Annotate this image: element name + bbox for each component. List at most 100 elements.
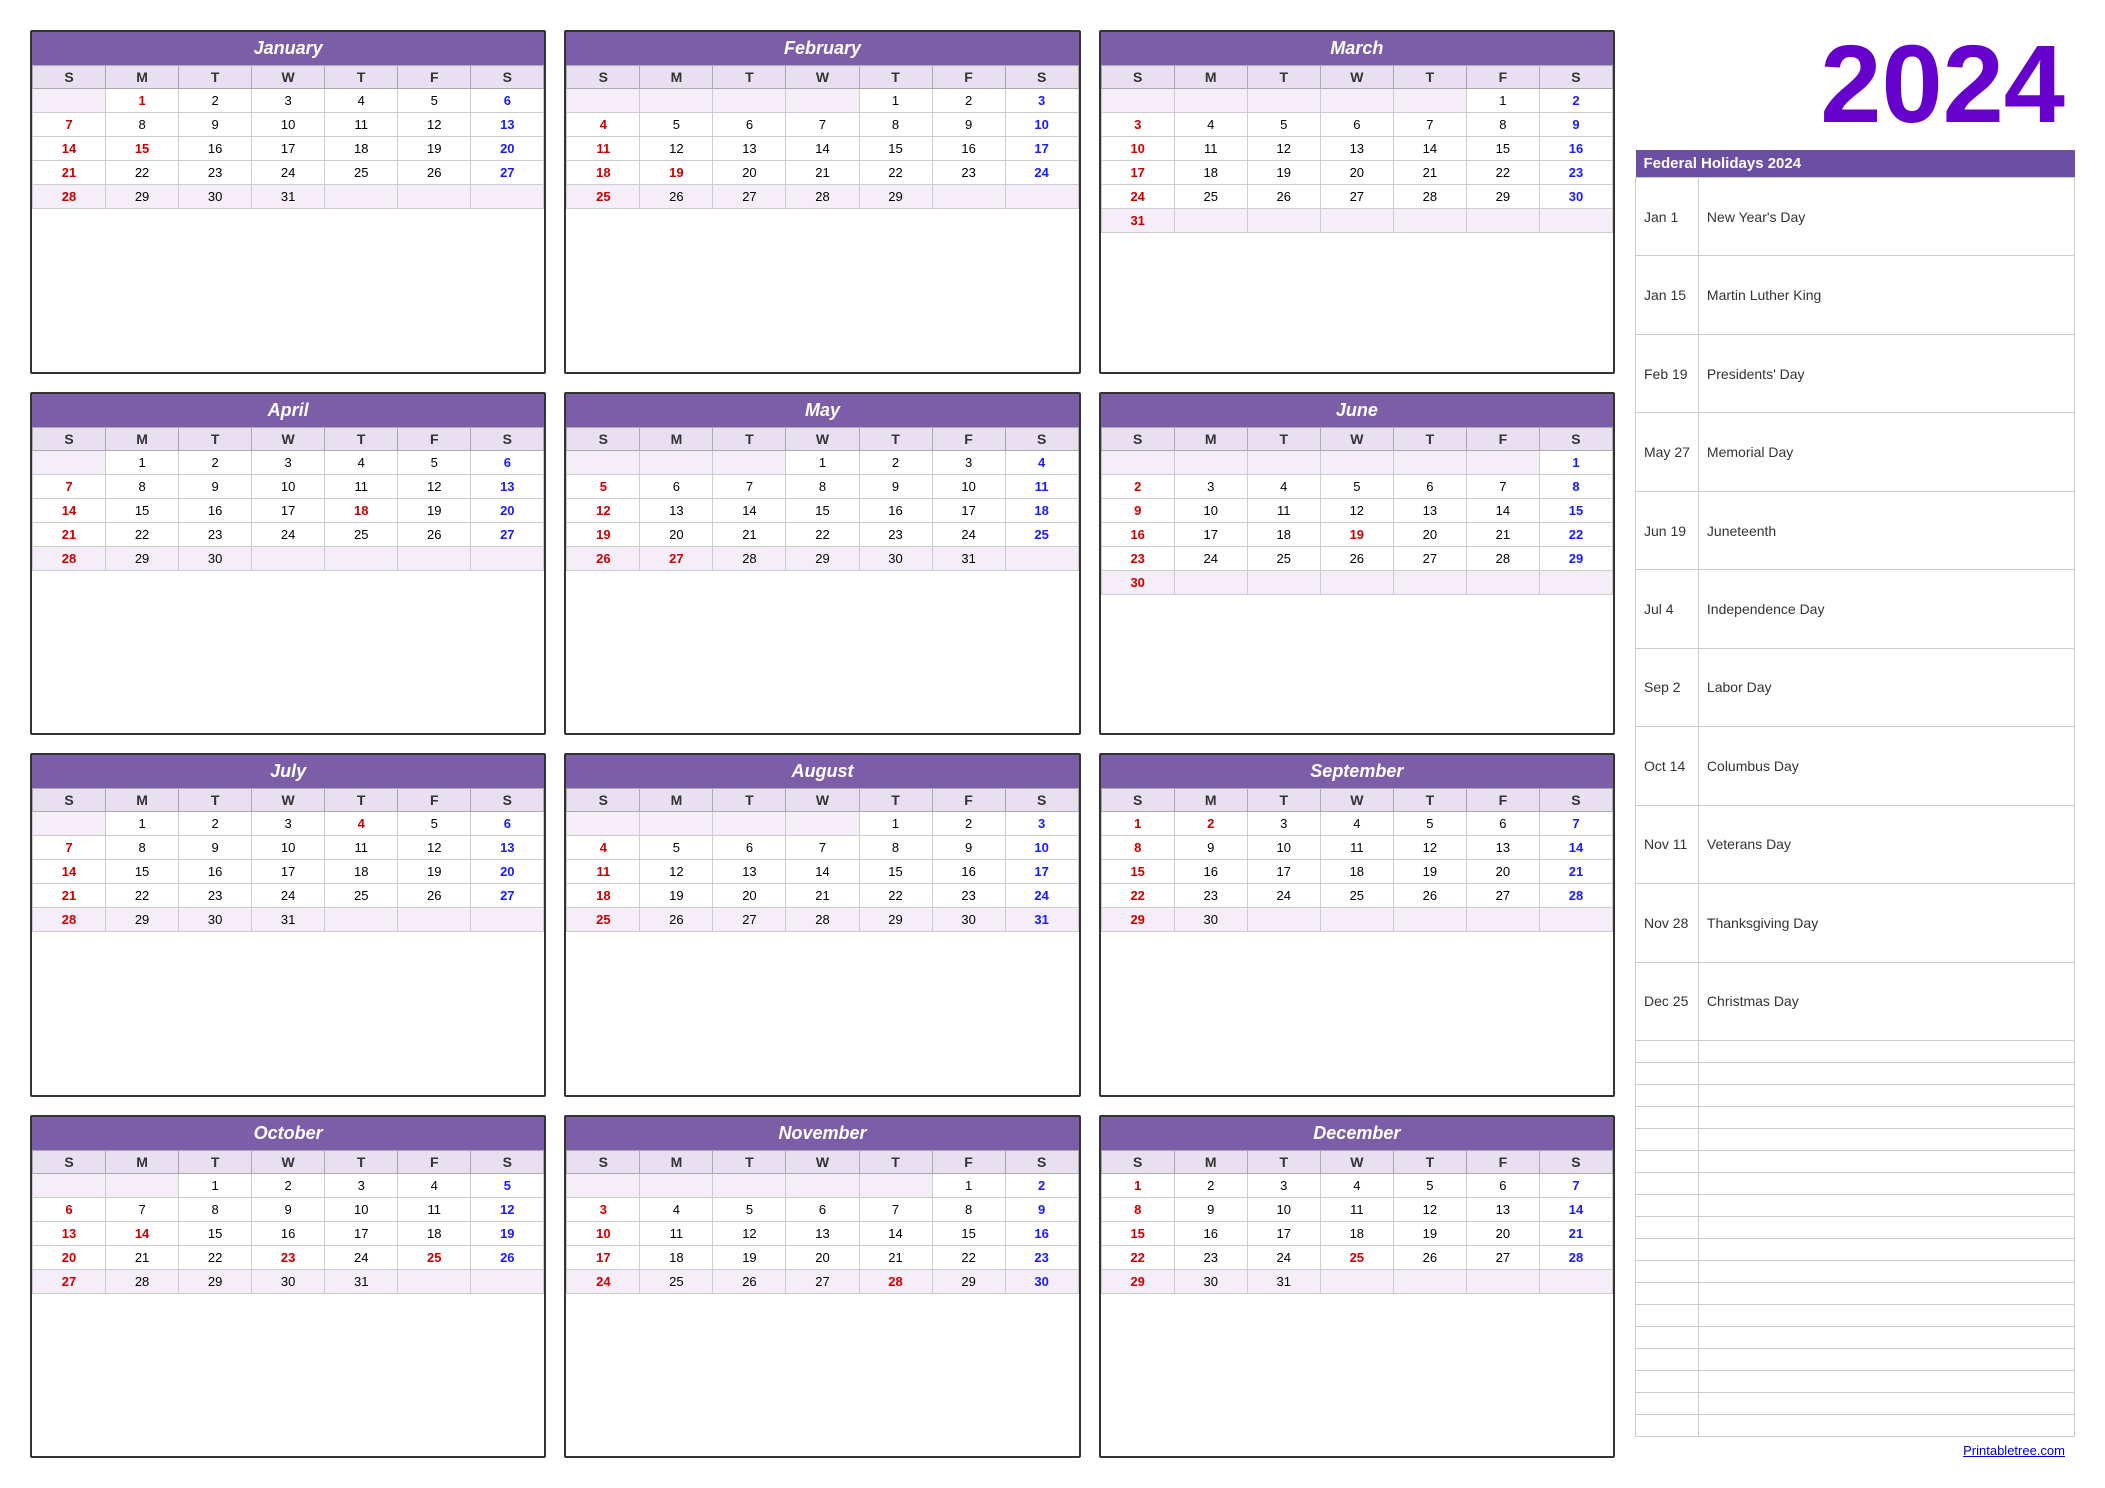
calendar-header-august: August xyxy=(566,755,1078,788)
calendar-day: 24 xyxy=(1247,1245,1320,1269)
calendar-day: 21 xyxy=(786,884,859,908)
calendar-day xyxy=(1320,1269,1393,1293)
calendar-table-july: SMTWTFS123456789101112131415161718192021… xyxy=(32,788,544,932)
calendar-day: 27 xyxy=(33,1269,106,1293)
calendar-day: 26 xyxy=(471,1245,544,1269)
calendar-day xyxy=(398,1269,471,1293)
calendar-day: 26 xyxy=(398,161,471,185)
calendar-day: 13 xyxy=(713,137,786,161)
calendar-day: 27 xyxy=(471,884,544,908)
calendar-day xyxy=(33,812,106,836)
calendar-day: 15 xyxy=(786,498,859,522)
calendar-day: 23 xyxy=(1005,1245,1078,1269)
calendar-day xyxy=(1393,908,1466,932)
calendar-day: 2 xyxy=(932,89,1005,113)
empty-row-cell xyxy=(1698,1151,2074,1173)
calendar-day: 11 xyxy=(1247,498,1320,522)
empty-row-cell xyxy=(1636,1305,1699,1327)
calendar-day: 19 xyxy=(398,860,471,884)
calendar-header-march: March xyxy=(1101,32,1613,65)
calendar-day: 27 xyxy=(713,185,786,209)
holiday-date: Jan 15 xyxy=(1636,256,1699,334)
calendar-day: 6 xyxy=(1320,113,1393,137)
calendar-day: 19 xyxy=(640,161,713,185)
calendar-day: 26 xyxy=(1247,185,1320,209)
calendar-day: 18 xyxy=(1174,161,1247,185)
calendar-day: 4 xyxy=(640,1197,713,1221)
calendar-day: 29 xyxy=(179,1269,252,1293)
empty-row-cell xyxy=(1698,1371,2074,1393)
calendar-day: 16 xyxy=(252,1221,325,1245)
calendar-day: 28 xyxy=(713,546,786,570)
day-header: T xyxy=(859,66,932,89)
calendar-day: 6 xyxy=(471,812,544,836)
calendar-day: 25 xyxy=(1005,522,1078,546)
printable-link[interactable]: Printabletree.com xyxy=(1635,1443,2075,1458)
calendar-day: 8 xyxy=(859,836,932,860)
empty-row-cell xyxy=(1698,1261,2074,1283)
calendar-day xyxy=(398,546,471,570)
empty-row-cell xyxy=(1636,1085,1699,1107)
calendar-april: AprilSMTWTFS1234567891011121314151617181… xyxy=(30,392,546,736)
empty-row-cell xyxy=(1698,1129,2074,1151)
calendar-day: 7 xyxy=(33,474,106,498)
calendar-day: 22 xyxy=(106,161,179,185)
day-header: S xyxy=(1101,66,1174,89)
day-header: W xyxy=(786,1150,859,1173)
calendar-day: 28 xyxy=(1539,884,1612,908)
calendar-day: 12 xyxy=(567,498,640,522)
day-header: T xyxy=(713,427,786,450)
calendar-day: 8 xyxy=(1466,113,1539,137)
calendar-day: 4 xyxy=(567,836,640,860)
calendar-day xyxy=(786,812,859,836)
calendar-day: 10 xyxy=(932,474,1005,498)
calendar-day: 27 xyxy=(471,161,544,185)
calendar-day: 20 xyxy=(471,860,544,884)
holiday-name: Christmas Day xyxy=(1698,962,2074,1040)
calendar-day xyxy=(398,185,471,209)
day-header: W xyxy=(252,789,325,812)
calendar-day xyxy=(1539,1269,1612,1293)
empty-row-cell xyxy=(1636,1173,1699,1195)
day-header: S xyxy=(567,789,640,812)
day-header: T xyxy=(859,427,932,450)
calendar-day: 8 xyxy=(859,113,932,137)
calendar-day: 16 xyxy=(859,498,932,522)
calendar-day: 24 xyxy=(932,522,1005,546)
calendar-day xyxy=(859,1173,932,1197)
calendar-day: 18 xyxy=(398,1221,471,1245)
calendar-october: OctoberSMTWTFS12345678910111213141516171… xyxy=(30,1115,546,1459)
calendar-day: 30 xyxy=(1174,908,1247,932)
calendar-day: 24 xyxy=(1005,884,1078,908)
calendar-day: 16 xyxy=(1174,860,1247,884)
empty-row-cell xyxy=(1636,1239,1699,1261)
calendar-day: 11 xyxy=(398,1197,471,1221)
calendar-table-may: SMTWTFS123456789101112131415161718192021… xyxy=(566,427,1078,571)
calendar-header-june: June xyxy=(1101,394,1613,427)
calendar-day: 4 xyxy=(567,113,640,137)
empty-row-cell xyxy=(1698,1195,2074,1217)
calendar-day: 2 xyxy=(179,89,252,113)
calendar-day: 5 xyxy=(398,812,471,836)
day-header: S xyxy=(1101,789,1174,812)
empty-row-cell xyxy=(1698,1107,2074,1129)
calendar-day: 16 xyxy=(1174,1221,1247,1245)
calendar-day: 20 xyxy=(640,522,713,546)
calendar-day xyxy=(567,89,640,113)
calendar-day xyxy=(1466,908,1539,932)
empty-row-cell xyxy=(1698,1041,2074,1063)
calendar-day: 6 xyxy=(471,450,544,474)
holiday-name: Presidents' Day xyxy=(1698,334,2074,412)
calendar-day: 31 xyxy=(1101,209,1174,233)
calendar-header-july: July xyxy=(32,755,544,788)
day-header: M xyxy=(1174,66,1247,89)
empty-row-cell xyxy=(1698,1283,2074,1305)
calendar-day: 9 xyxy=(859,474,932,498)
calendar-day: 18 xyxy=(640,1245,713,1269)
calendar-day: 26 xyxy=(1393,884,1466,908)
calendar-day: 25 xyxy=(567,908,640,932)
holiday-name: Labor Day xyxy=(1698,648,2074,726)
calendar-day: 28 xyxy=(1393,185,1466,209)
calendar-day: 16 xyxy=(1101,522,1174,546)
calendar-day: 22 xyxy=(1539,522,1612,546)
